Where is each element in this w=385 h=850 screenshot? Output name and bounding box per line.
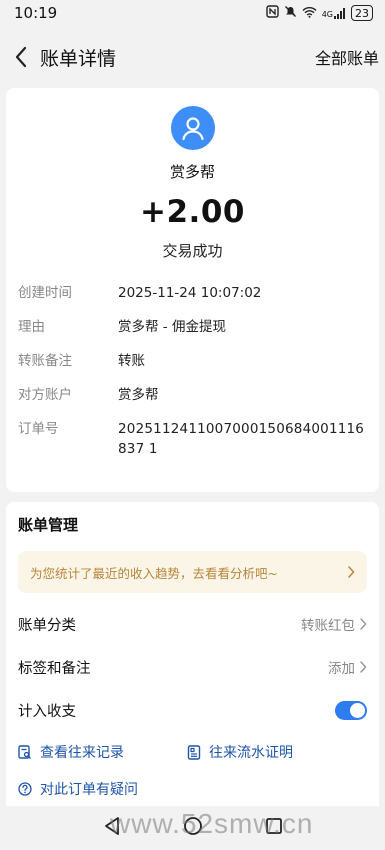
detail-row-created-time: 创建时间 2025-11-24 10:07:02	[18, 283, 367, 303]
status-time: 10:19	[14, 4, 58, 22]
bill-category-row[interactable]: 账单分类 转账红包	[18, 603, 367, 645]
help-circle-icon	[18, 782, 32, 796]
network-type: 4G	[321, 9, 333, 19]
status-icons: 4G 23	[266, 5, 373, 21]
bill-category-label: 账单分类	[18, 617, 76, 634]
user-icon	[181, 117, 204, 141]
nfc-icon	[266, 5, 279, 21]
bill-summary-card: 赏多帮 +2.00 交易成功 创建时间 2025-11-24 10:07:02 …	[6, 88, 379, 492]
home-circle-icon[interactable]	[183, 816, 203, 840]
detail-label: 创建时间	[18, 285, 72, 301]
income-trend-banner[interactable]: 为您统计了最近的收入趋势，去看看分析吧~	[18, 551, 367, 593]
wifi-icon	[302, 6, 317, 21]
chevron-right-icon	[348, 566, 355, 578]
detail-row-order-number: 订单号 2025112411007000150684001116837 1	[18, 419, 367, 459]
record-search-icon	[18, 744, 31, 759]
view-history-label: 查看往来记录	[40, 745, 124, 761]
tags-notes-label: 标签和备注	[18, 660, 91, 677]
include-in-budget-toggle[interactable]	[335, 700, 367, 720]
chevron-right-icon	[360, 618, 367, 630]
nav-bar: 账单详情 全部账单	[0, 26, 385, 88]
bill-category-value: 转账红包	[301, 618, 355, 634]
tags-notes-value: 添加	[328, 661, 355, 677]
detail-value: 2025-11-24 10:07:02	[118, 285, 262, 301]
recents-square-icon[interactable]	[265, 817, 283, 839]
detail-row-reason: 理由 赏多帮 - 佣金提现	[18, 317, 367, 337]
details-list: 创建时间 2025-11-24 10:07:02 理由 赏多帮 - 佣金提现 转…	[18, 283, 367, 459]
detail-value: 转账	[118, 353, 145, 369]
status-bar: 10:19 4G 23	[0, 0, 385, 26]
banner-text: 为您统计了最近的收入趋势，去看看分析吧~	[30, 565, 278, 581]
detail-value: 赏多帮	[118, 387, 159, 403]
quick-links: 查看往来记录 往来流水证明	[18, 737, 367, 767]
include-in-budget-label: 计入收支	[18, 703, 76, 720]
order-number-value[interactable]: 2025112411007000150684001116837 1	[118, 419, 367, 459]
battery-level: 23	[355, 6, 369, 20]
avatar	[170, 106, 215, 150]
detail-label: 理由	[18, 319, 45, 335]
bill-management-card: 账单管理 为您统计了最近的收入趋势，去看看分析吧~ 账单分类 转账红包 标签和备…	[6, 502, 379, 832]
detail-row-remark: 转账备注 转账	[18, 351, 367, 371]
order-question-label: 对此订单有疑问	[40, 782, 138, 798]
battery-icon: 23	[351, 5, 373, 21]
transaction-proof-label: 往来流水证明	[209, 745, 293, 761]
section-title: 账单管理	[18, 516, 79, 534]
amount: +2.00	[140, 194, 245, 230]
signal-icon: 4G	[321, 7, 346, 19]
transaction-status: 交易成功	[162, 242, 223, 260]
document-icon	[187, 744, 201, 760]
chevron-right-icon	[360, 661, 367, 673]
view-history-link[interactable]: 查看往来记录	[18, 742, 124, 762]
system-navigation-bar	[0, 806, 385, 850]
detail-label: 转账备注	[18, 353, 72, 369]
all-bills-button[interactable]: 全部账单	[315, 45, 379, 69]
transaction-proof-link[interactable]: 往来流水证明	[187, 742, 293, 762]
include-in-budget-row: 计入收支	[18, 689, 367, 731]
chevron-left-icon	[15, 46, 27, 68]
tags-notes-row[interactable]: 标签和备注 添加	[18, 646, 367, 688]
detail-value: 赏多帮 - 佣金提现	[118, 319, 226, 335]
detail-label: 对方账户	[18, 387, 72, 403]
detail-row-counterparty: 对方账户 赏多帮	[18, 385, 367, 405]
detail-label: 订单号	[18, 421, 59, 437]
back-triangle-icon[interactable]	[103, 816, 121, 840]
payer-name: 赏多帮	[169, 163, 215, 181]
order-question-link[interactable]: 对此订单有疑问	[18, 777, 367, 801]
back-button[interactable]	[8, 44, 34, 70]
mute-icon	[284, 5, 297, 21]
page-title: 账单详情	[40, 47, 117, 70]
